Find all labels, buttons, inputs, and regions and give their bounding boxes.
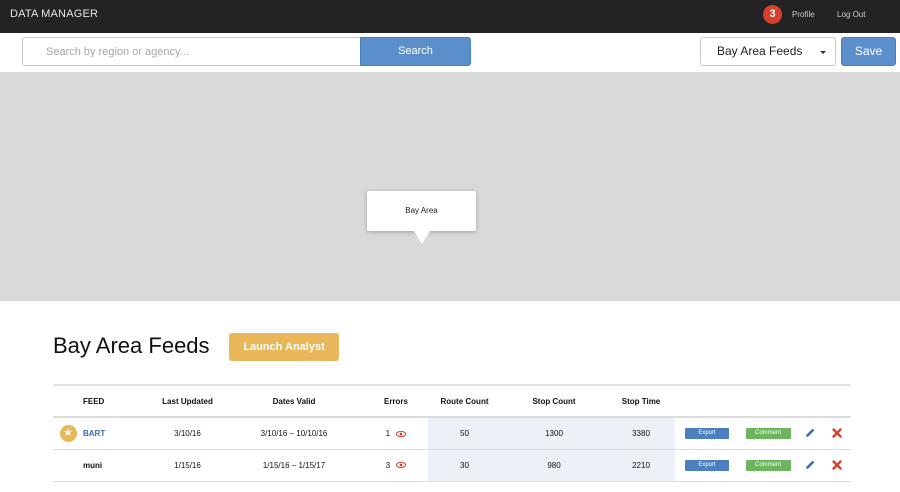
pencil-icon[interactable] [804, 459, 816, 471]
errors-cell: 1 [364, 417, 428, 450]
feed-cell: muni [83, 449, 151, 482]
header-errors[interactable]: Errors [364, 384, 428, 418]
map-popup: Bay Area [367, 191, 476, 231]
star-cell: ★ [53, 417, 83, 450]
pencil-icon[interactable] [804, 427, 816, 439]
comment-button[interactable]: Comment [745, 428, 791, 440]
dates-valid-cell: 3/10/16 – 10/10/16 [224, 417, 364, 450]
launch-analyst-button[interactable]: Launch Analyst [229, 333, 339, 361]
table-header-row: FEED Last Updated Dates Valid Errors Rou… [53, 384, 851, 418]
close-icon[interactable] [831, 459, 843, 471]
export-cell: Export [675, 417, 739, 450]
header-export [675, 384, 739, 418]
stop-time-cell: 2210 [607, 449, 675, 482]
eye-icon[interactable] [396, 430, 407, 437]
export-cell: Export [675, 449, 739, 482]
feed-link[interactable]: muni [83, 461, 102, 470]
header-feed[interactable]: FEED [83, 384, 151, 418]
stop-time-cell: 3380 [607, 417, 675, 450]
feeds-table: FEED Last Updated Dates Valid Errors Rou… [53, 384, 851, 482]
comment-cell: Comment [739, 449, 797, 482]
close-icon[interactable] [831, 427, 843, 439]
feed-selector-value: Bay Area Feeds [717, 44, 803, 58]
header-star [53, 384, 83, 418]
header-stop-count[interactable]: Stop Count [501, 384, 607, 418]
export-button[interactable]: Export [685, 428, 729, 440]
notification-badge[interactable]: 3 [763, 5, 782, 24]
header-edit [797, 384, 823, 418]
map-view[interactable]: Bay Area [0, 72, 900, 301]
top-nav-bar: DATA MANAGER 3 Profile Log Out [0, 0, 900, 33]
table-row: ★ BART 3/10/16 3/10/16 – 10/10/16 1 50 1… [53, 417, 851, 450]
search-input[interactable] [22, 37, 361, 66]
comment-button[interactable]: Comment [745, 460, 791, 471]
delete-cell [823, 449, 851, 482]
last-updated-cell: 3/10/16 [151, 417, 224, 450]
logout-link[interactable]: Log Out [837, 10, 865, 19]
export-button[interactable]: Export [685, 460, 729, 471]
feed-selector[interactable]: Bay Area Feeds [700, 37, 836, 66]
errors-cell: 3 [364, 449, 428, 482]
comment-cell: Comment [739, 417, 797, 450]
error-count: 3 [385, 460, 391, 470]
feed-cell: BART [83, 417, 151, 450]
profile-link[interactable]: Profile [792, 10, 815, 19]
feed-link[interactable]: BART [83, 429, 105, 438]
chevron-down-icon [820, 51, 826, 54]
stop-count-cell: 980 [501, 449, 607, 482]
header-comment [739, 384, 797, 418]
header-stop-time[interactable]: Stop Time [607, 384, 675, 418]
app-title: DATA MANAGER [10, 8, 99, 20]
delete-cell [823, 417, 851, 450]
error-count: 1 [385, 428, 391, 438]
table-row: muni 1/15/16 1/15/16 – 1/15/17 3 30 980 … [53, 449, 851, 482]
route-count-cell: 50 [428, 417, 501, 450]
search-button[interactable]: Search [360, 37, 471, 66]
save-button[interactable]: Save [841, 37, 896, 66]
stop-count-cell: 1300 [501, 417, 607, 450]
edit-cell [797, 417, 823, 450]
header-route-count[interactable]: Route Count [428, 384, 501, 418]
star-icon[interactable]: ★ [59, 424, 77, 442]
last-updated-cell: 1/15/16 [151, 449, 224, 482]
header-dates-valid[interactable]: Dates Valid [224, 384, 364, 418]
page-title: Bay Area Feeds [53, 333, 210, 358]
star-cell [53, 449, 83, 482]
route-count-cell: 30 [428, 449, 501, 482]
search-toolbar: Search Bay Area Feeds Save [0, 33, 900, 72]
dates-valid-cell: 1/15/16 – 1/15/17 [224, 449, 364, 482]
header-last-updated[interactable]: Last Updated [151, 384, 224, 418]
edit-cell [797, 449, 823, 482]
map-popup-pointer [414, 231, 430, 244]
header-delete [823, 384, 851, 418]
eye-icon[interactable] [396, 462, 407, 469]
